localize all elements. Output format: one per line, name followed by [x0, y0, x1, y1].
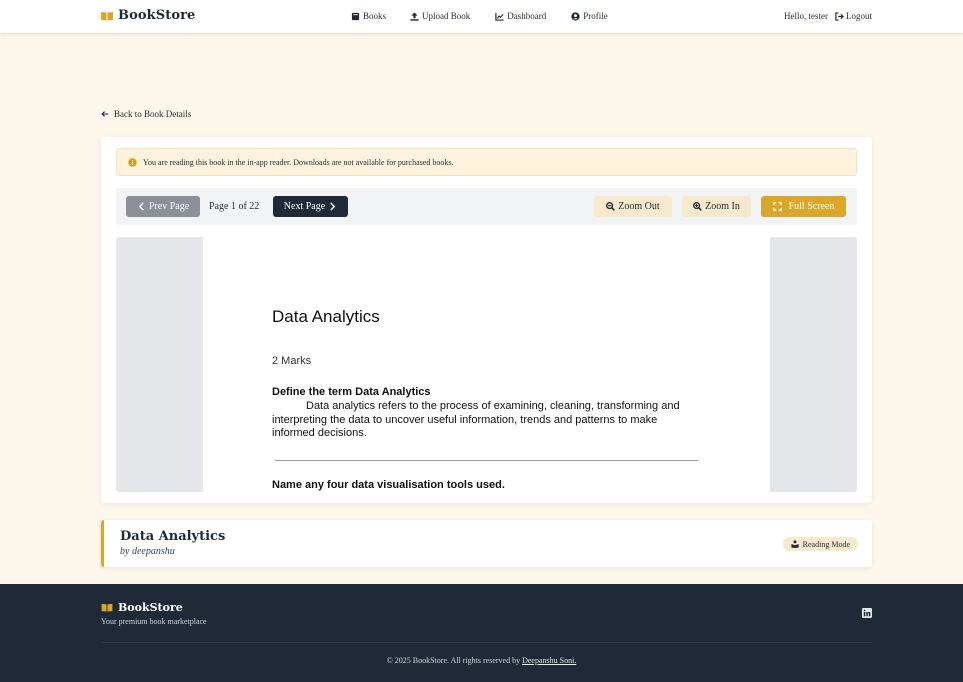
nav-link-label: Books: [363, 11, 387, 21]
reader-toolbar: Prev Page Page 1 of 22 Next Page Zoom Ou…: [116, 188, 857, 225]
pdf-answer: Data analytics refers to the process of …: [272, 400, 680, 439]
chevron-right-icon: [330, 202, 336, 211]
footer: BookStore Your premium book marketplace …: [0, 584, 963, 682]
reading-mode-badge: Reading Mode: [782, 537, 858, 551]
logout-link[interactable]: Logout: [835, 11, 872, 21]
footer-brand: BookStore: [101, 601, 183, 614]
prev-page-label: Prev Page: [148, 201, 190, 212]
nav-link-profile[interactable]: Profile: [571, 11, 608, 21]
open-book-icon: [101, 603, 113, 612]
brand-name: BookStore: [118, 8, 196, 23]
full-screen-button[interactable]: Full Screen: [761, 196, 846, 217]
pdf-divider: [275, 460, 698, 461]
nav-link-label: Dashboard: [507, 11, 547, 21]
back-link-label: Back to Book Details: [114, 109, 192, 119]
pdf-page: Data Analytics 2 Marks Define the term D…: [203, 237, 770, 492]
nav-links: Books Upload Book Dashboard Profile: [351, 11, 608, 21]
nav-link-books[interactable]: Books: [351, 11, 386, 21]
logout-label: Logout: [846, 11, 872, 21]
next-page-button[interactable]: Next Page: [273, 196, 348, 217]
linkedin-icon[interactable]: [862, 608, 872, 618]
open-book-icon: [101, 11, 113, 20]
user-circle-icon: [571, 11, 580, 21]
user-greeting: Hello, tester: [784, 11, 828, 21]
nav-link-dashboard[interactable]: Dashboard: [495, 11, 546, 21]
chevron-left-icon: [138, 202, 144, 211]
chart-icon: [495, 12, 504, 21]
prev-page-button[interactable]: Prev Page: [126, 196, 200, 217]
reader-card: You are reading this book in the in-app …: [101, 137, 872, 503]
nav-link-label: Profile: [583, 11, 608, 21]
pdf-question: Define the term Data Analytics: [272, 386, 431, 398]
page-indicator: Page 1 of 22: [209, 201, 260, 212]
book-info-card: Data Analytics by deepanshu Reading Mode: [101, 520, 872, 567]
pdf-page-title: Data Analytics: [272, 307, 380, 326]
alert-text: You are reading this book in the in-app …: [143, 157, 454, 167]
zoom-in-label: Zoom In: [705, 201, 740, 212]
brand-logo[interactable]: BookStore: [101, 8, 195, 23]
zoom-out-button[interactable]: Zoom Out: [594, 196, 672, 217]
zoom-out-label: Zoom Out: [618, 201, 660, 212]
full-screen-label: Full Screen: [788, 201, 835, 212]
arrow-left-icon: [101, 111, 109, 117]
book-title: Data Analytics: [120, 529, 226, 544]
footer-brand-name: BookStore: [118, 601, 183, 614]
expand-icon: [772, 202, 782, 211]
footer-copyright: © 2025 BookStore. All rights reserved by…: [0, 656, 963, 665]
footer-tagline: Your premium book marketplace: [101, 617, 207, 626]
nav-link-label: Upload Book: [422, 11, 471, 21]
upload-icon: [410, 11, 419, 21]
info-icon: [128, 157, 137, 167]
reader-alert: You are reading this book in the in-app …: [116, 148, 857, 176]
logout-icon: [835, 11, 844, 21]
book-author: by deepanshu: [120, 546, 175, 557]
navbar: BookStore Books Upload Book Dashboard Pr…: [0, 0, 963, 33]
copyright-text: © 2025 BookStore. All rights reserved by: [386, 656, 521, 665]
nav-user-area: Hello, tester Logout: [784, 11, 872, 21]
pdf-marks-heading: 2 Marks: [272, 355, 312, 367]
footer-divider: [101, 642, 872, 643]
next-page-label: Next Page: [283, 201, 326, 212]
book-icon: [351, 12, 360, 20]
zoom-in-button[interactable]: Zoom In: [682, 196, 751, 217]
reader-icon: [791, 540, 799, 548]
back-to-details-link[interactable]: Back to Book Details: [101, 109, 191, 119]
pdf-question: Name any four data visualisation tools u…: [272, 479, 505, 491]
author-link[interactable]: Deepanshu Soni.: [522, 656, 576, 665]
nav-link-upload-book[interactable]: Upload Book: [410, 11, 470, 21]
zoom-out-icon: [606, 202, 616, 211]
zoom-in-icon: [693, 202, 703, 211]
reading-mode-label: Reading Mode: [802, 539, 850, 549]
pdf-viewer[interactable]: Data Analytics 2 Marks Define the term D…: [116, 237, 857, 492]
